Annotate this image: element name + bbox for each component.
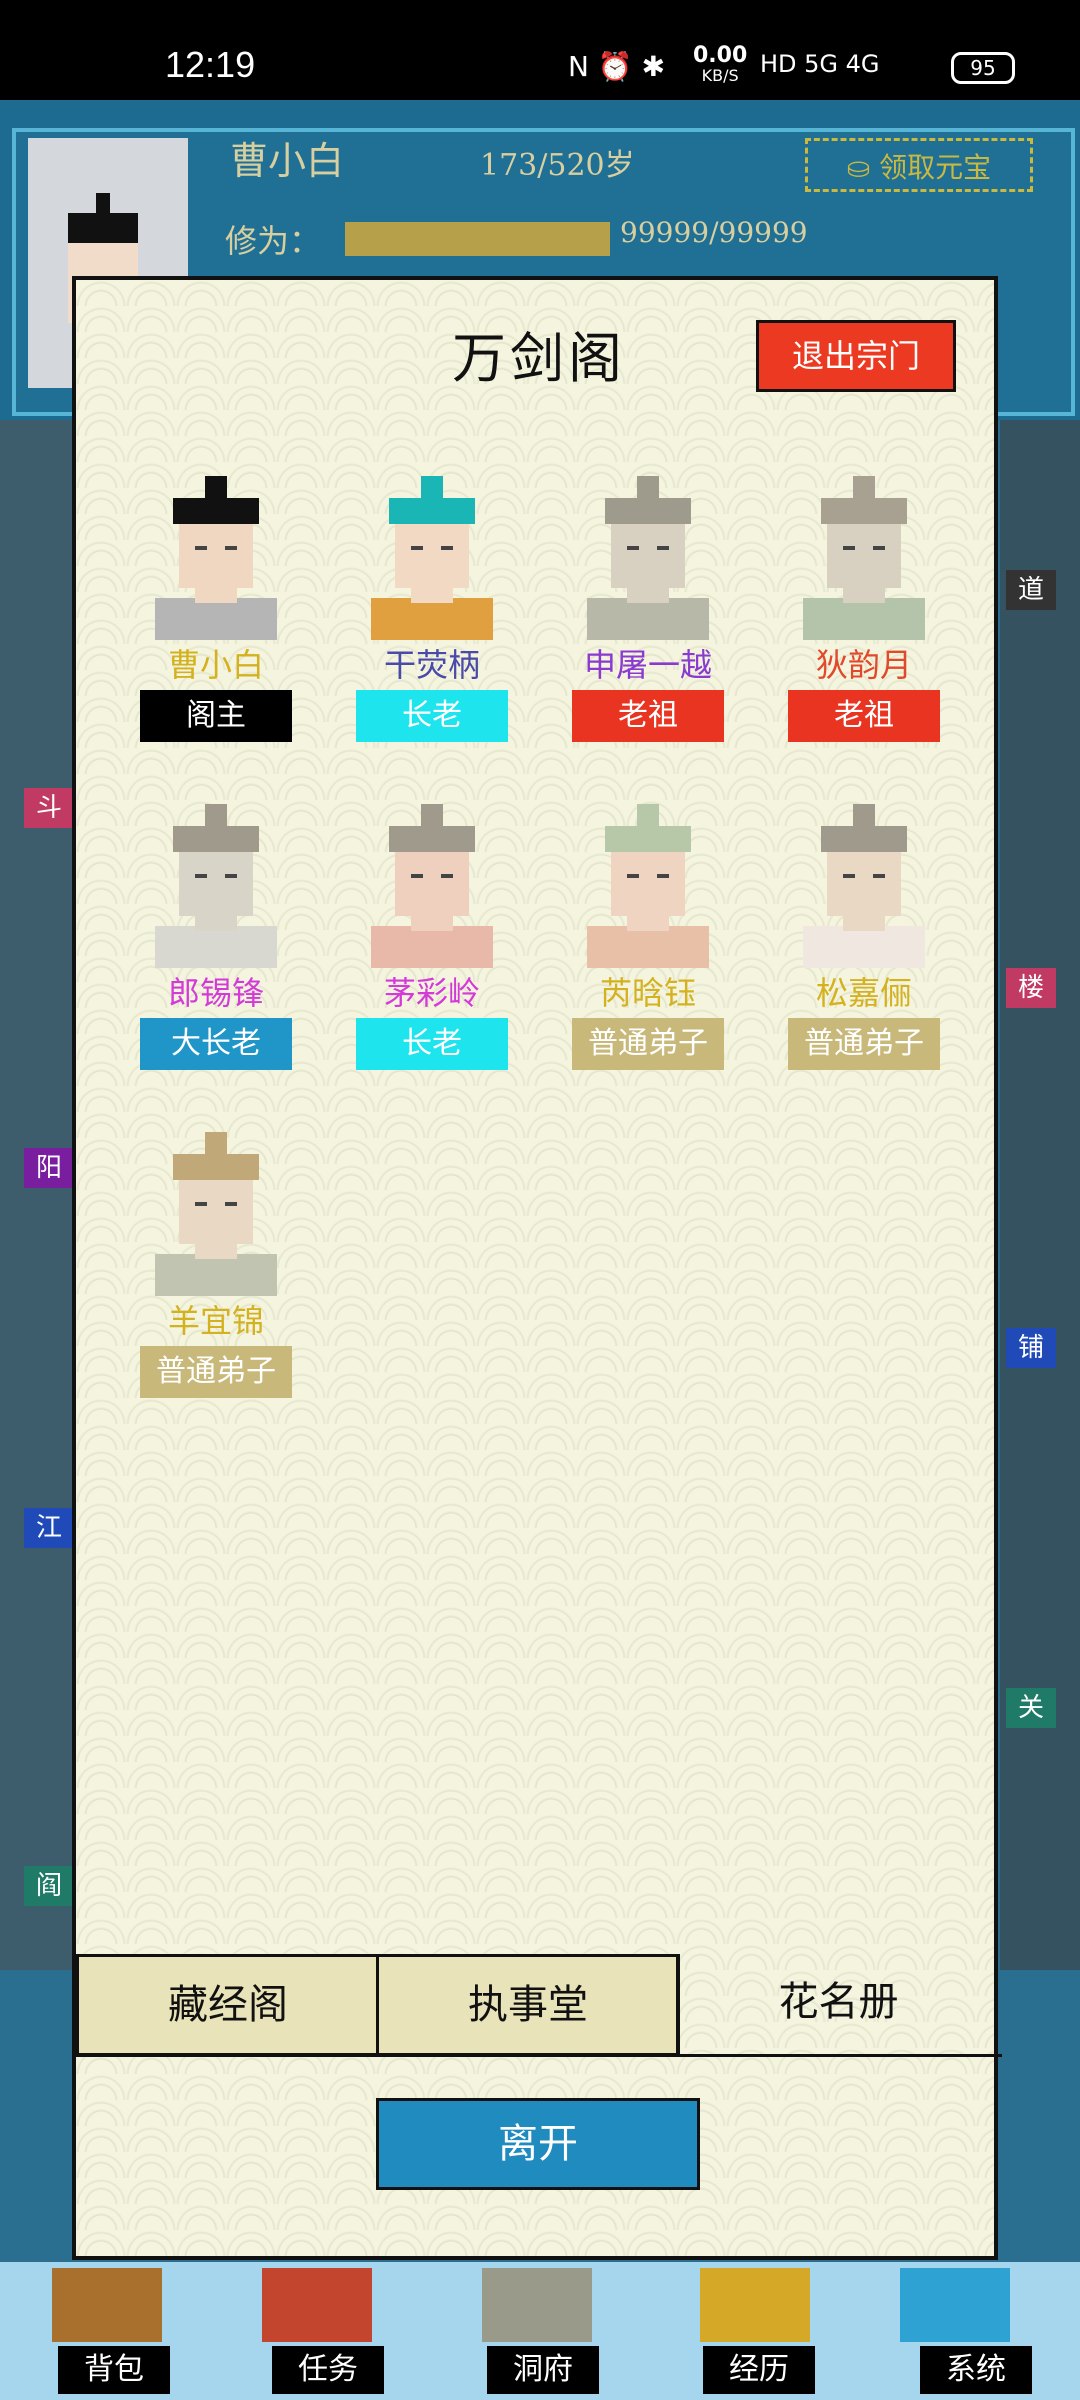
map-strip-right bbox=[1000, 420, 1080, 1970]
member-avatar[interactable] bbox=[145, 796, 287, 968]
map-label-right[interactable]: 道 bbox=[1006, 570, 1056, 610]
cultivation-bar bbox=[345, 222, 610, 256]
member-rank-badge: 长老 bbox=[356, 690, 508, 742]
member-rank-badge: 长老 bbox=[356, 1018, 508, 1070]
member-avatar[interactable] bbox=[793, 796, 935, 968]
nav-task[interactable]: 任务 bbox=[272, 2346, 384, 2394]
member-avatar[interactable] bbox=[577, 796, 719, 968]
map-label-right[interactable]: 关 bbox=[1006, 1688, 1056, 1728]
nav-cave[interactable]: 洞府 bbox=[487, 2346, 599, 2394]
gold-ingot-icon: ⛀ bbox=[846, 151, 880, 184]
player-name: 曹小白 bbox=[230, 139, 345, 183]
net-speed-unit: KB/S bbox=[701, 66, 739, 85]
map-label-left[interactable]: 阳 bbox=[24, 1148, 74, 1188]
member-card[interactable]: 曹小白 阁主 bbox=[140, 468, 292, 778]
cultivation-label: 修为： bbox=[225, 222, 322, 260]
member-card[interactable]: 羊宜锦 普通弟子 bbox=[140, 1124, 292, 1434]
claim-gold-button[interactable]: ⛀ 领取元宝 bbox=[805, 138, 1033, 192]
member-avatar[interactable] bbox=[577, 468, 719, 640]
member-card[interactable]: 茅彩岭 长老 bbox=[356, 796, 508, 1106]
member-rank-badge: 老祖 bbox=[572, 690, 724, 742]
map-label-left[interactable]: 斗 bbox=[24, 788, 74, 828]
member-card[interactable]: 松嘉俪 普通弟子 bbox=[788, 796, 940, 1106]
battery-icon: 95 bbox=[951, 52, 1015, 84]
tab-affairs-hall[interactable]: 执事堂 bbox=[376, 1954, 680, 2056]
signal-icons: HD 5G 4G bbox=[760, 50, 880, 78]
member-card[interactable]: 郎锡锋 大长老 bbox=[140, 796, 292, 1106]
cave-icon[interactable] bbox=[482, 2268, 592, 2342]
exit-sect-button[interactable]: 退出宗门 bbox=[756, 320, 956, 392]
map-label-right[interactable]: 铺 bbox=[1006, 1328, 1056, 1368]
member-rank-badge: 普通弟子 bbox=[140, 1346, 292, 1398]
history-icon[interactable] bbox=[700, 2268, 810, 2342]
member-rank-badge: 普通弟子 bbox=[788, 1018, 940, 1070]
member-name: 郎锡锋 bbox=[167, 974, 264, 1012]
task-icon[interactable] bbox=[262, 2268, 372, 2342]
status-bar: 12:19 N ⏰ ✱ 0.00 KB/S HD 5G 4G 95 bbox=[0, 0, 1080, 100]
member-card[interactable]: 干荧柄 长老 bbox=[356, 468, 508, 778]
member-avatar[interactable] bbox=[145, 468, 287, 640]
nav-backpack[interactable]: 背包 bbox=[58, 2346, 170, 2394]
backpack-icon[interactable] bbox=[52, 2268, 162, 2342]
player-age: 173/520岁 bbox=[480, 148, 635, 183]
tab-library[interactable]: 藏经阁 bbox=[76, 1954, 380, 2056]
member-name: 羊宜锦 bbox=[167, 1302, 264, 1340]
member-name: 茅彩岭 bbox=[383, 974, 480, 1012]
leave-button[interactable]: 离开 bbox=[376, 2098, 700, 2190]
member-avatar[interactable] bbox=[145, 1124, 287, 1296]
map-label-left[interactable]: 阎 bbox=[24, 1866, 74, 1906]
member-card[interactable]: 申屠一越 老祖 bbox=[572, 468, 724, 778]
nav-history[interactable]: 经历 bbox=[703, 2346, 815, 2394]
member-name: 干荧柄 bbox=[383, 646, 480, 684]
map-strip-left bbox=[0, 420, 75, 1970]
member-avatar[interactable] bbox=[793, 468, 935, 640]
member-name: 曹小白 bbox=[167, 646, 264, 684]
system-gear-icon[interactable] bbox=[900, 2268, 1010, 2342]
member-name: 芮晗钰 bbox=[599, 974, 696, 1012]
cultivation-value: 99999/99999 bbox=[620, 216, 808, 249]
map-label-right[interactable]: 楼 bbox=[1006, 968, 1056, 1008]
nav-system[interactable]: 系统 bbox=[920, 2346, 1032, 2394]
clock: 12:19 bbox=[165, 44, 256, 85]
member-rank-badge: 老祖 bbox=[788, 690, 940, 742]
member-rank-badge: 普通弟子 bbox=[572, 1018, 724, 1070]
member-name: 狄韵月 bbox=[815, 646, 912, 684]
member-avatar[interactable] bbox=[361, 796, 503, 968]
net-speed: 0.00 KB/S bbox=[693, 43, 748, 86]
member-rank-badge: 阁主 bbox=[140, 690, 292, 742]
tab-divider bbox=[76, 2054, 1002, 2057]
claim-gold-label: 领取元宝 bbox=[879, 151, 992, 184]
map-label-left[interactable]: 江 bbox=[24, 1508, 74, 1548]
tab-roster[interactable]: 花名册 bbox=[676, 1954, 998, 2056]
member-name: 申屠一越 bbox=[583, 646, 712, 684]
sect-tabs: 藏经阁 执事堂 花名册 bbox=[76, 1954, 1002, 2056]
member-card[interactable]: 芮晗钰 普通弟子 bbox=[572, 796, 724, 1106]
member-name: 松嘉俪 bbox=[815, 974, 912, 1012]
member-rank-badge: 大长老 bbox=[140, 1018, 292, 1070]
sect-dialog: 万剑阁 退出宗门 曹小白 阁主 干荧柄 长老 申屠一越 老祖 狄韵月 老祖 郎锡锋 大长老 茅彩岭长… bbox=[72, 276, 1002, 2260]
member-avatar[interactable] bbox=[361, 468, 503, 640]
status-icons: N ⏰ ✱ bbox=[568, 50, 666, 83]
member-card[interactable]: 狄韵月 老祖 bbox=[788, 468, 940, 778]
net-speed-value: 0.00 bbox=[693, 43, 748, 68]
